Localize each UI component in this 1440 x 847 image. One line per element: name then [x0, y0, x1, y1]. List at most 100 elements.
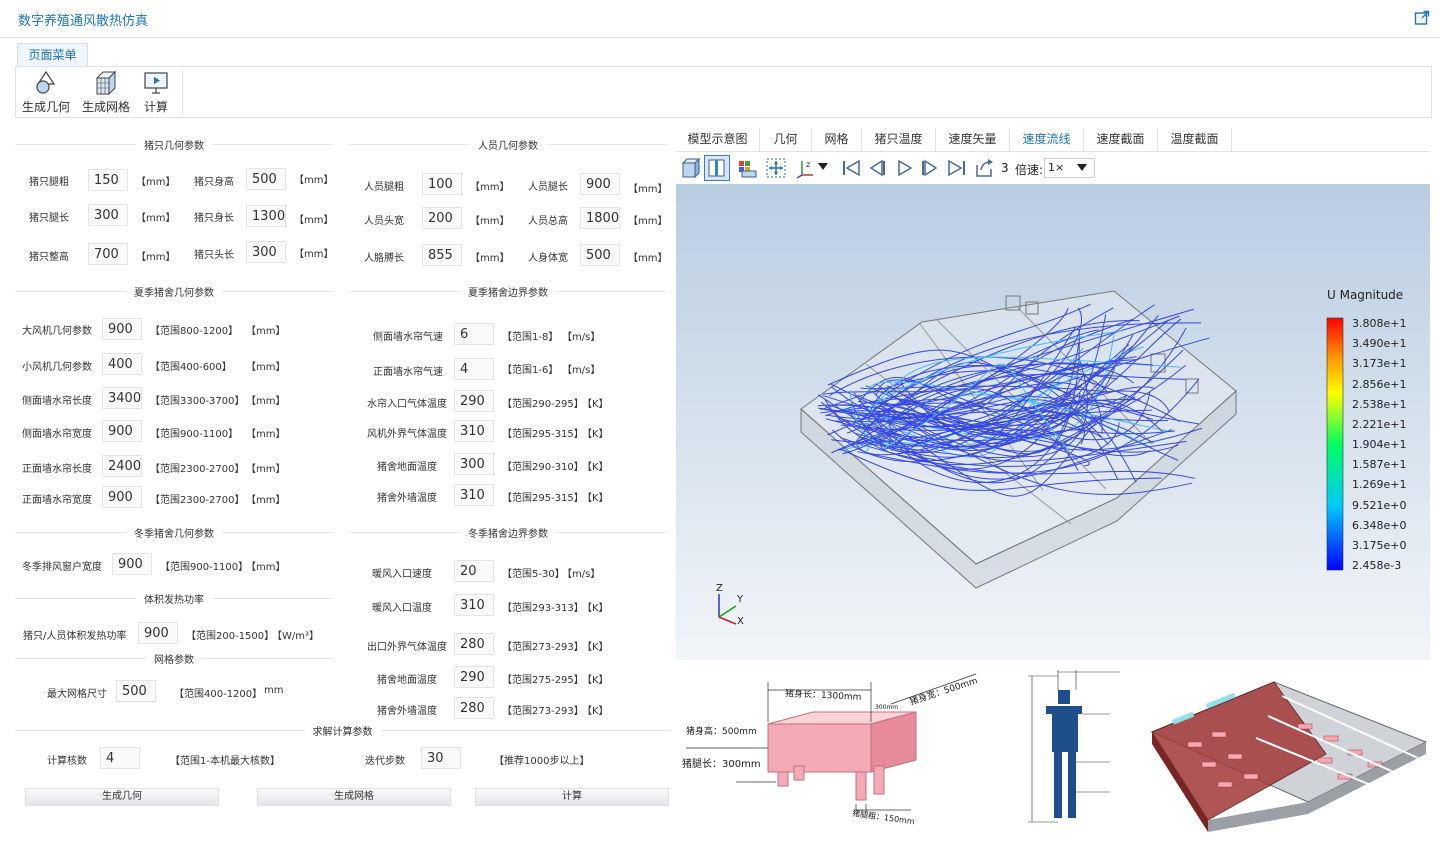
- compute-button[interactable]: 计算: [475, 788, 669, 806]
- mesh-size-input[interactable]: [116, 680, 156, 702]
- tab-mesh[interactable]: 网格: [812, 128, 862, 152]
- tab-model-diagram[interactable]: 模型示意图: [676, 128, 760, 152]
- front-curtain-width-input[interactable]: [102, 486, 142, 508]
- ribbon-label: 生成几何: [22, 100, 71, 114]
- pig-head-length-input[interactable]: [246, 241, 286, 263]
- pig-body-length-label: 猪只身长: [194, 213, 234, 224]
- pig-dimension-diagram: 猪身长：1300mm 猪身宽：500mm 猪身高：500mm 猪腿长：300mm…: [676, 662, 1006, 840]
- summer-geo-label: 大风机几何参数: [22, 326, 92, 337]
- unit-label: 【m/s】: [562, 365, 601, 376]
- tab-pig-temperature[interactable]: 猪只温度: [862, 128, 936, 152]
- side-curtain-velocity-input[interactable]: [454, 323, 494, 345]
- fan-outside-temp-input[interactable]: [454, 420, 494, 442]
- view-cube-icon[interactable]: [680, 157, 702, 179]
- previous-frame-icon[interactable]: [866, 157, 888, 179]
- floor-temp-input[interactable]: [454, 453, 494, 475]
- legend-tick-label: 9.521e+0: [1352, 498, 1407, 512]
- range-label: 【范围1-8】: [502, 332, 559, 343]
- last-frame-icon[interactable]: [946, 157, 968, 179]
- generate-geometry-button[interactable]: 生成几何: [25, 788, 219, 806]
- pig-body-height-input[interactable]: [246, 168, 286, 190]
- warm-air-velocity-input[interactable]: [454, 560, 494, 582]
- page-menu-tab[interactable]: 页面菜单: [17, 43, 88, 66]
- ribbon-compute-button[interactable]: 计算: [141, 70, 171, 115]
- curtain-inlet-temp-input[interactable]: [454, 390, 494, 412]
- warm-air-temp-input[interactable]: [454, 594, 494, 616]
- front-curtain-velocity-input[interactable]: [454, 358, 494, 380]
- 3d-viewport[interactable]: U Magnitude 3.808e+1 3.490e+1 3.173e+1 2.85…: [676, 184, 1430, 660]
- pig-leg-width-input[interactable]: [88, 169, 128, 191]
- unit-label: 【mm】: [294, 215, 334, 226]
- person-leg-width-input[interactable]: [422, 173, 462, 195]
- front-curtain-length-input[interactable]: [102, 455, 142, 477]
- side-curtain-length-input[interactable]: [102, 387, 142, 409]
- large-fan-input[interactable]: [102, 318, 142, 340]
- unit-label: 【mm】: [294, 175, 334, 186]
- play-icon[interactable]: [893, 157, 915, 179]
- ribbon-generate-mesh-button[interactable]: 生成网格: [82, 70, 130, 115]
- fit-view-icon[interactable]: [765, 157, 787, 179]
- pig-body-length-input[interactable]: [246, 205, 286, 227]
- heat-power-input[interactable]: [138, 622, 178, 644]
- winter-wall-temp-input[interactable]: [454, 697, 494, 719]
- ribbon-divider: [182, 70, 183, 116]
- unit-label: 【mm】: [470, 182, 510, 193]
- unit-label: 【mm】: [246, 396, 286, 407]
- pig-leg-length-input[interactable]: [88, 204, 128, 226]
- unit-label: 【mm】: [246, 495, 286, 506]
- cores-input[interactable]: [100, 747, 140, 769]
- tab-temperature-section[interactable]: 温度截面: [1158, 128, 1232, 152]
- range-label: 【推荐1000步以上】: [494, 756, 590, 767]
- range-label: 【范围1-6】: [502, 365, 559, 376]
- person-head-width-input[interactable]: [422, 207, 462, 229]
- tab-velocity-section[interactable]: 速度截面: [1084, 128, 1158, 152]
- ribbon-generate-geometry-button[interactable]: 生成几何: [22, 70, 70, 115]
- chevron-down-icon: [1077, 164, 1087, 171]
- winter-bc-label: 猪舍地面温度: [377, 675, 437, 686]
- mesh-icon: [95, 70, 117, 96]
- heat-power-label: 猪只/人员体积发热功率: [23, 631, 127, 642]
- generate-mesh-button[interactable]: 生成网格: [257, 788, 451, 806]
- person-body-width-input[interactable]: [580, 244, 620, 266]
- pig-leg-length-dim: 猪腿长：300mm: [682, 759, 761, 770]
- first-frame-icon[interactable]: [840, 157, 862, 179]
- unit-label: 【K】: [582, 675, 609, 686]
- range-label: 【范围275-295】: [502, 675, 584, 686]
- legend-color-bar: [1326, 317, 1344, 571]
- view-front-toggle[interactable]: [704, 155, 730, 181]
- person-leg-length-input[interactable]: [580, 173, 620, 195]
- winter-bc-label: 暖风入口速度: [372, 569, 432, 580]
- winter-floor-temp-input[interactable]: [454, 666, 494, 688]
- unit-label: 【mm】: [470, 216, 510, 227]
- section-summer-geometry: 夏季猪舍几何参数: [15, 284, 333, 299]
- person-leg-width-label: 人员腿粗: [364, 182, 404, 193]
- small-fan-input[interactable]: [102, 353, 142, 375]
- tab-geometry[interactable]: 几何: [760, 128, 812, 152]
- steps-input[interactable]: [421, 747, 461, 769]
- popout-icon[interactable]: [1414, 10, 1430, 26]
- range-label: 【范围900-1100】: [150, 429, 239, 440]
- summer-bc-label: 猪舍外墙温度: [377, 493, 437, 504]
- axes-dropdown-icon[interactable]: [818, 163, 828, 171]
- side-curtain-width-input[interactable]: [102, 420, 142, 442]
- tab-velocity-vector[interactable]: 速度矢量: [936, 128, 1010, 152]
- range-label: 【范围2300-2700】: [150, 495, 245, 506]
- winter-window-width-input[interactable]: [112, 553, 152, 575]
- loop-icon[interactable]: [973, 157, 995, 179]
- tab-velocity-streamline[interactable]: 速度流线: [1010, 128, 1084, 152]
- axes-orientation-icon[interactable]: z: [794, 157, 816, 179]
- pig-total-height-input[interactable]: [88, 243, 128, 265]
- color-map-icon[interactable]: [736, 157, 758, 179]
- outlet-temp-input[interactable]: [454, 633, 494, 655]
- next-frame-icon[interactable]: [919, 157, 941, 179]
- unit-label: 【K】: [582, 493, 609, 504]
- unit-label: 【mm】: [246, 362, 286, 373]
- unit-label: 【mm】: [294, 249, 334, 260]
- unit-label: 【mm】: [246, 326, 286, 337]
- legend-tick-label: 2.856e+1: [1352, 377, 1407, 391]
- speed-select[interactable]: 1×: [1044, 158, 1095, 178]
- person-total-height-input[interactable]: [580, 207, 620, 229]
- person-arm-length-input[interactable]: [422, 244, 462, 266]
- wall-temp-input[interactable]: [454, 484, 494, 506]
- range-label: 【范围1-本机最大核数】: [170, 756, 280, 767]
